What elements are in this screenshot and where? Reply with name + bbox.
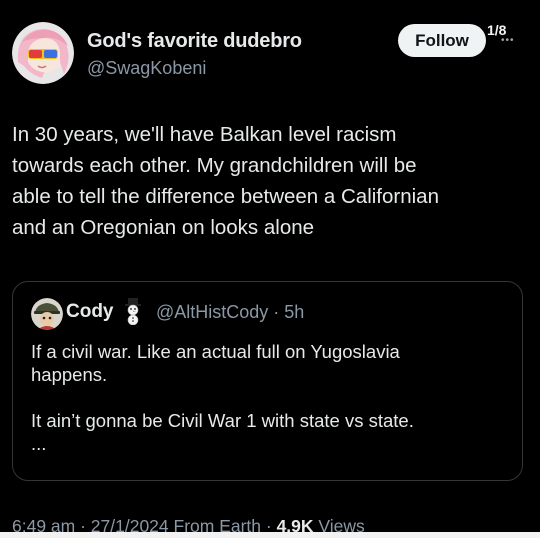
views-label: Views [313,516,365,536]
quoted-post[interactable]: Cody @AltHistCody · 5h If a civil war. L… [12,281,523,481]
quoted-handle-time[interactable]: @AltHistCody · 5h [156,302,304,323]
quoted-post-text: If a civil war. Like an actual full on Y… [31,341,414,454]
post-timestamp[interactable]: 6:49 am · 27/1/2024 From Earth · [12,516,277,536]
post-metadata: 6:49 am · 27/1/2024 From Earth · 4.9K Vi… [12,516,365,537]
author-avatar[interactable] [12,22,74,84]
author-handle[interactable]: @SwagKobeni [87,58,206,79]
post-text: In 30 years, we'll have Balkan level rac… [12,123,439,239]
quoted-avatar-icon [31,298,63,330]
snowman-icon [122,297,144,326]
quoted-author-name[interactable]: Cody [66,301,114,323]
more-options-icon[interactable]: ••• [501,35,515,46]
post-card: God's favorite dudebro @SwagKobeni Follo… [0,0,540,538]
quoted-author-avatar[interactable] [31,298,63,330]
author-display-name[interactable]: God's favorite dudebro [87,30,302,53]
anime-avatar-icon [12,22,74,84]
views-count: 4.9K [276,516,314,536]
follow-button[interactable]: Follow [398,24,486,57]
